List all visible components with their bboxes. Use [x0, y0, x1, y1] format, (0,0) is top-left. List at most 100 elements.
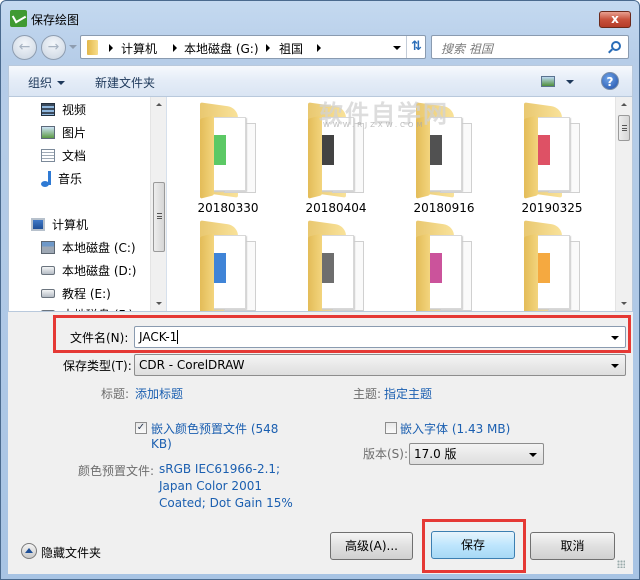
folder-icon	[200, 102, 256, 199]
breadcrumb-drive-g[interactable]: 本地磁盘 (G:)	[184, 40, 259, 57]
folder-icon	[524, 102, 580, 199]
organize-button[interactable]: 组织	[28, 74, 66, 91]
drive-icon	[41, 310, 55, 311]
scroll-up-icon[interactable]	[156, 103, 162, 106]
breadcrumb-chevron-icon[interactable]	[109, 44, 113, 52]
embed-fonts-checkbox[interactable]	[385, 422, 397, 434]
hide-folders-button[interactable]: 隐藏文件夹	[41, 544, 101, 561]
chevron-down-icon[interactable]	[611, 336, 619, 340]
embed-fonts-label[interactable]: 嵌入字体 (1.43 MB)	[400, 420, 510, 437]
sidebar-item-music[interactable]: 音乐	[41, 169, 82, 189]
save-button[interactable]: 保存	[431, 531, 515, 559]
organize-label: 组织	[28, 76, 53, 90]
scroll-up-icon[interactable]	[621, 103, 627, 106]
title-label: 标题:	[101, 387, 130, 401]
breadcrumb-chevron-icon[interactable]	[173, 44, 177, 52]
drive-icon	[41, 289, 55, 298]
grip-icon	[157, 213, 162, 219]
refresh-button[interactable]: ⇅	[406, 36, 426, 58]
computer-icon	[31, 218, 45, 231]
drive-icon	[41, 266, 55, 275]
sidebar-item-label: 计算机	[52, 218, 89, 232]
close-icon: x	[611, 12, 619, 26]
chevron-down-icon	[57, 81, 66, 85]
folder-icon	[524, 220, 580, 311]
forward-button[interactable]: →	[41, 35, 66, 60]
breadcrumb-computer[interactable]: 计算机	[121, 40, 157, 57]
version-select[interactable]: 17.0 版	[409, 443, 544, 465]
color-profile-line: Coated; Dot Gain 15%	[159, 496, 293, 510]
sidebar-item-documents[interactable]: 文档	[41, 146, 86, 166]
sidebar-item-videos[interactable]: 视频	[41, 100, 86, 120]
folder-item[interactable]	[286, 215, 386, 311]
scrollbar-thumb[interactable]	[153, 182, 165, 252]
breadcrumb-chevron-icon[interactable]	[266, 44, 270, 52]
advanced-button[interactable]: 高级(A)...	[330, 532, 413, 560]
filetype-select[interactable]: CDR - CorelDRAW	[134, 354, 626, 376]
sidebar-item-label: 视频	[62, 103, 87, 117]
change-view-icon[interactable]	[541, 76, 555, 87]
save-drawing-dialog: 保存绘图 x ← → 计算机 本地磁盘 (G:) 祖国 ⇅ 搜索 祖国 组织 新…	[0, 0, 640, 580]
sidebar-item-label: 图片	[62, 126, 87, 140]
sidebar-item-label: 本地磁盘 (F:)	[62, 308, 133, 311]
forward-arrow-icon: →	[47, 39, 60, 55]
search-box[interactable]: 搜索 祖国	[431, 35, 629, 59]
address-dropdown-icon[interactable]	[393, 46, 401, 50]
breadcrumb-folder[interactable]: 祖国	[279, 40, 303, 57]
sidebar-item-drive-c[interactable]: 本地磁盘 (C:)	[41, 238, 136, 258]
close-button[interactable]: x	[599, 11, 631, 28]
folder-item[interactable]	[178, 215, 278, 311]
folder-name: 20180404	[305, 201, 367, 215]
folder-item[interactable]	[394, 215, 494, 311]
save-options-panel: 文件名(N): JACK-1 保存类型(T): CDR - CorelDRAW …	[8, 312, 633, 574]
search-icon[interactable]	[611, 41, 621, 51]
checkmark-icon: ✓	[136, 422, 146, 433]
embed-color-profile-checkbox[interactable]: ✓	[135, 422, 147, 434]
sidebar-item-label: 教程 (E:)	[62, 287, 111, 301]
folder-icon	[200, 220, 256, 311]
recent-locations-dropdown[interactable]	[69, 45, 77, 49]
scrollbar-thumb[interactable]	[618, 115, 630, 141]
text-cursor	[177, 330, 179, 344]
video-icon	[41, 103, 55, 116]
sidebar-item-label: 本地磁盘 (D:)	[62, 264, 137, 278]
title-bar: 保存绘图 x	[1, 1, 639, 31]
folder-item[interactable]	[502, 215, 602, 311]
scroll-down-icon[interactable]	[621, 302, 627, 305]
color-profile-line: sRGB IEC61966-2.1;	[159, 462, 281, 476]
chevron-down-icon	[529, 453, 537, 457]
sidebar-item-drive-d[interactable]: 本地磁盘 (D:)	[41, 261, 136, 281]
grip-icon	[622, 125, 627, 131]
documents-icon	[41, 149, 55, 162]
help-icon[interactable]: ?	[601, 72, 619, 90]
embed-color-profile-label-2[interactable]: KB)	[151, 437, 172, 451]
breadcrumb-chevron-icon[interactable]	[317, 44, 321, 52]
collapse-up-icon[interactable]	[21, 543, 37, 559]
subject-label: 主题:	[353, 387, 382, 401]
specify-subject-link[interactable]: 指定主题	[384, 385, 432, 402]
cancel-button[interactable]: 取消	[530, 532, 615, 560]
command-toolbar: 组织 新建文件夹 ?	[8, 65, 633, 96]
filename-field[interactable]: JACK-1	[134, 326, 626, 348]
folder-item[interactable]: 20180330	[178, 97, 278, 217]
new-folder-button[interactable]: 新建文件夹	[95, 74, 155, 91]
address-bar[interactable]: 计算机 本地磁盘 (G:) 祖国 ⇅	[80, 35, 426, 59]
color-profile-label: 颜色预置文件:	[78, 464, 155, 478]
sidebar-item-drive-e[interactable]: 教程 (E:)	[41, 284, 111, 304]
file-list-scrollbar[interactable]	[615, 97, 632, 311]
view-options-dropdown[interactable]	[566, 80, 574, 84]
folder-item[interactable]: 20190325	[502, 97, 602, 217]
add-title-link[interactable]: 添加标题	[135, 385, 183, 402]
search-input[interactable]: 搜索 祖国	[441, 40, 493, 57]
filename-label: 文件名(N):	[70, 331, 129, 345]
file-list: 20180330 20180404 20180916 20190325	[168, 97, 615, 311]
sidebar-item-drive-f[interactable]: 本地磁盘 (F:)	[41, 305, 133, 311]
navigation-scrollbar[interactable]	[150, 97, 166, 311]
pictures-icon	[41, 126, 55, 139]
resize-grip-icon[interactable]	[617, 560, 625, 568]
scroll-down-icon[interactable]	[156, 302, 162, 305]
sidebar-item-computer[interactable]: 计算机	[31, 215, 88, 235]
back-button[interactable]: ←	[12, 35, 37, 60]
sidebar-item-pictures[interactable]: 图片	[41, 123, 86, 143]
embed-color-profile-label[interactable]: 嵌入颜色预置文件 (548	[151, 420, 278, 437]
